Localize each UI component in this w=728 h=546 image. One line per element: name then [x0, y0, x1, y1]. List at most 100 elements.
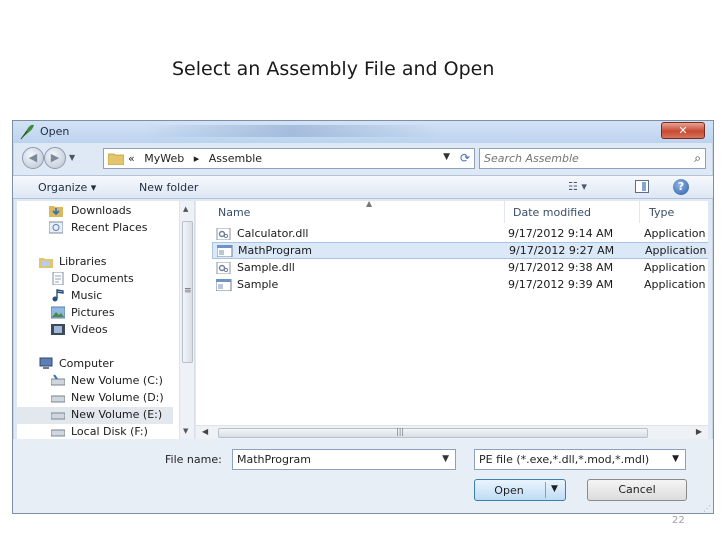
file-name-label: File name: — [165, 453, 222, 466]
address-row: ◀ ▶ ▼ « MyWeb ▸ Assemble ▼ ⟳ ⌕ — [13, 145, 713, 173]
search-box[interactable]: ⌕ — [479, 148, 706, 169]
nav-item-pictures[interactable]: Pictures — [17, 305, 177, 322]
nav-item-label: Computer — [59, 357, 114, 370]
breadcrumb-myweb[interactable]: MyWeb — [144, 152, 184, 165]
nav-item-label: New Volume (E:) — [71, 408, 163, 421]
breadcrumb-overflow[interactable]: « — [128, 152, 135, 165]
file-name: MathProgram — [238, 244, 312, 257]
file-list: ▲ Name Date modified Type Calculator.dll… — [196, 201, 708, 425]
dialog-titlebar[interactable]: Open ✕ — [13, 121, 713, 143]
dll-icon — [216, 262, 231, 274]
nav-item-label: New Volume (C:) — [71, 374, 163, 387]
nav-item-label: Music — [71, 289, 103, 302]
search-icon[interactable]: ⌕ — [694, 151, 701, 166]
nav-item-computer[interactable]: Computer — [17, 356, 177, 373]
column-header-name[interactable]: Name — [218, 206, 250, 219]
help-icon[interactable]: ? — [673, 179, 689, 195]
computer-icon — [39, 357, 53, 369]
file-type: Application — [644, 278, 706, 291]
file-list-scrollbar[interactable]: ◀ ||| ▶ — [196, 425, 708, 439]
nav-item-label: Recent Places — [71, 221, 148, 234]
column-divider[interactable] — [504, 201, 505, 223]
preview-pane-icon[interactable] — [635, 180, 649, 193]
breadcrumb: « MyWeb ▸ Assemble — [128, 152, 268, 165]
nav-item-label: Libraries — [59, 255, 107, 268]
file-name: Calculator.dll — [237, 227, 309, 240]
documents-icon — [52, 272, 64, 285]
new-folder-button[interactable]: New folder — [139, 181, 198, 194]
column-header-row: ▲ Name Date modified Type — [196, 201, 708, 223]
file-name: Sample — [237, 278, 279, 291]
open-options-dropdown[interactable]: ▼ — [551, 484, 558, 494]
music-icon — [52, 289, 64, 302]
nav-item-volume-e[interactable]: New Volume (E:) — [17, 407, 173, 424]
refresh-icon[interactable]: ⟳ — [460, 151, 470, 165]
videos-icon — [51, 324, 65, 335]
file-type: Application — [645, 244, 707, 257]
dialog-footer: File name: ▼ PE file (*.exe,*.dll,*.mod,… — [13, 439, 713, 513]
scroll-right-arrow-icon[interactable]: ▶ — [696, 427, 702, 436]
nav-item-libraries[interactable]: Libraries — [17, 254, 177, 271]
open-button[interactable]: Open ▼ — [474, 479, 566, 501]
nav-item-recent-places[interactable]: Recent Places — [17, 220, 177, 237]
file-date: 9/17/2012 9:39 AM — [508, 278, 614, 291]
address-dropdown[interactable]: ▼ — [443, 152, 450, 162]
dialog-title: Open — [40, 125, 70, 138]
navigation-pane: Downloads Recent Places Libraries Docume… — [17, 201, 195, 439]
chevron-down-icon[interactable]: ▼ — [672, 454, 679, 464]
file-row-selected[interactable]: MathProgram 9/17/2012 9:27 AM Applicatio… — [212, 242, 708, 259]
recent-locations-dropdown[interactable]: ▼ — [69, 153, 75, 162]
scroll-grip-icon: ≡ — [184, 286, 192, 296]
scroll-grip-icon: ||| — [396, 427, 405, 436]
folder-icon — [108, 153, 124, 165]
sort-indicator-icon: ▲ — [366, 201, 373, 208]
split-divider — [545, 482, 546, 498]
file-name: Sample.dll — [237, 261, 295, 274]
nav-item-label: Local Disk (F:) — [71, 425, 148, 438]
nav-item-documents[interactable]: Documents — [17, 271, 177, 288]
libraries-icon — [39, 258, 53, 268]
nav-item-label: Documents — [71, 272, 134, 285]
file-type-filter-select[interactable]: PE file (*.exe,*.dll,*.mod,*.mdl) ▼ — [474, 449, 686, 470]
scroll-down-arrow-icon[interactable]: ▼ — [183, 427, 188, 435]
file-row[interactable]: Sample.dll 9/17/2012 9:38 AM Application — [212, 260, 708, 277]
close-button[interactable]: ✕ — [661, 122, 705, 139]
nav-pane-scrollbar[interactable]: ▲ ≡ ▼ — [179, 201, 194, 439]
forward-button[interactable]: ▶ — [44, 147, 66, 169]
scroll-left-arrow-icon[interactable]: ◀ — [202, 427, 208, 436]
scrollbar-thumb[interactable] — [218, 428, 648, 438]
nav-item-music[interactable]: Music — [17, 288, 177, 305]
slide-number: 22 — [672, 515, 685, 526]
file-row[interactable]: Sample 9/17/2012 9:39 AM Application — [212, 277, 708, 294]
file-row[interactable]: Calculator.dll 9/17/2012 9:14 AM Applica… — [212, 226, 708, 243]
drive-icon — [51, 429, 65, 437]
downloads-folder-icon — [49, 206, 63, 217]
column-header-date[interactable]: Date modified — [513, 206, 591, 219]
address-bar[interactable]: « MyWeb ▸ Assemble ▼ ⟳ — [103, 148, 475, 169]
cancel-button[interactable]: Cancel — [587, 479, 687, 501]
breadcrumb-assemble[interactable]: Assemble — [209, 152, 262, 165]
resize-grip-icon[interactable]: ⋰ — [703, 504, 711, 513]
nav-item-volume-c[interactable]: New Volume (C:) — [17, 373, 177, 390]
chevron-down-icon[interactable]: ▼ — [442, 454, 449, 464]
nav-item-downloads[interactable]: Downloads — [17, 203, 177, 220]
file-name-input[interactable] — [237, 452, 433, 467]
file-date: 9/17/2012 9:14 AM — [508, 227, 614, 240]
drive-icon — [51, 395, 65, 403]
back-button[interactable]: ◀ — [22, 147, 44, 169]
open-button-label: Open — [494, 484, 524, 497]
organize-button[interactable]: Organize ▾ — [38, 181, 96, 194]
nav-item-label: Videos — [71, 323, 108, 336]
scroll-up-arrow-icon[interactable]: ▲ — [183, 205, 188, 213]
column-header-type[interactable]: Type — [649, 206, 674, 219]
breadcrumb-separator[interactable]: ▸ — [194, 152, 200, 165]
nav-item-label: Downloads — [71, 204, 132, 217]
nav-item-label: New Volume (D:) — [71, 391, 164, 404]
nav-item-videos[interactable]: Videos — [17, 322, 177, 339]
change-view-button[interactable]: ☷ ▾ — [568, 180, 587, 193]
nav-item-volume-d[interactable]: New Volume (D:) — [17, 390, 177, 407]
file-type: Application — [644, 227, 706, 240]
file-name-combobox[interactable]: ▼ — [232, 449, 456, 470]
column-divider[interactable] — [639, 201, 640, 223]
search-input[interactable] — [484, 151, 674, 166]
